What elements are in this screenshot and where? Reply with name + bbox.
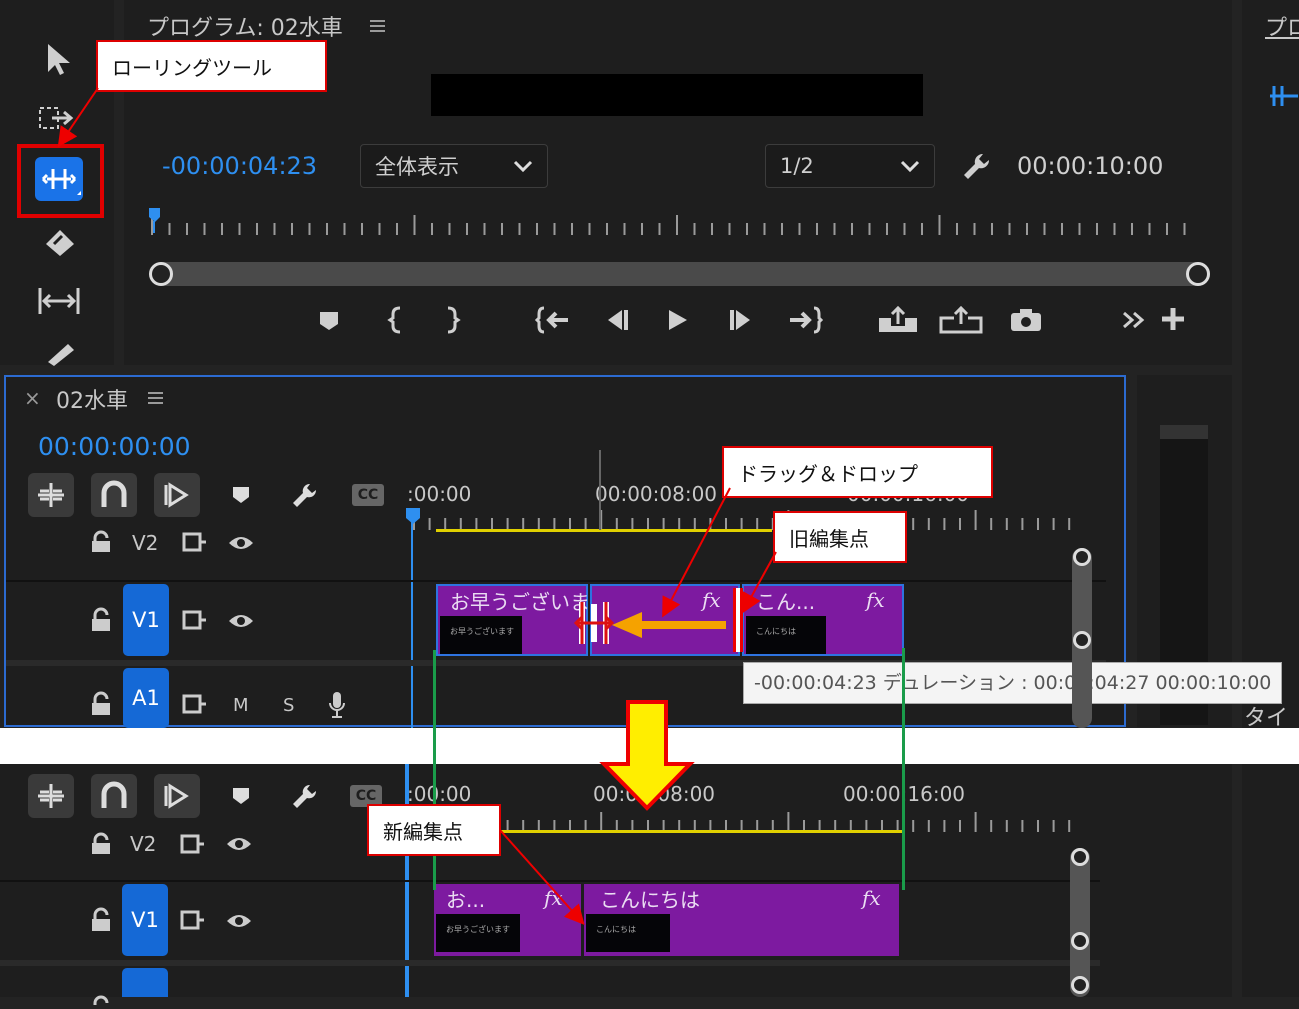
- callout-leader-lines: [57, 87, 777, 925]
